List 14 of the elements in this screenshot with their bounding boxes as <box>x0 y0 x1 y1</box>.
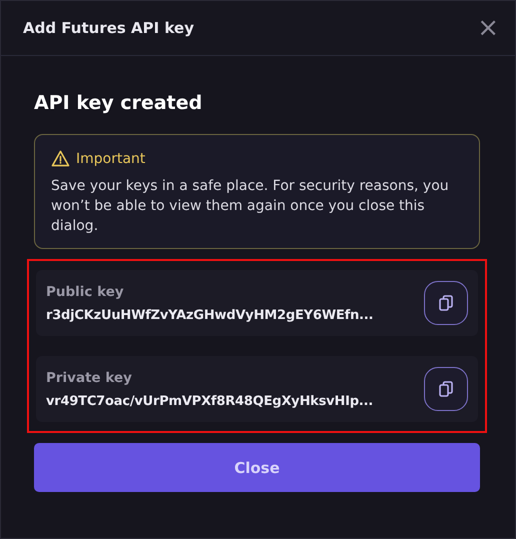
copy-button[interactable] <box>424 367 468 411</box>
notice-title: Important <box>76 150 146 166</box>
key-value: vr49TC7oac/vUrPmVPXf8R48QEgXyHksvHIp... <box>46 394 374 408</box>
warning-icon <box>51 150 70 167</box>
key-label: Public key <box>46 284 125 300</box>
notice-text: Save your keys in a safe place. For security reasons, you won’t be able to view them again once you close this dialog. <box>51 177 450 236</box>
key-value: r3djCKzUuHWfZvYAzGHwdVyHM2gEY6WEfn... <box>46 308 374 322</box>
heading: API key created <box>34 92 204 114</box>
copy-icon <box>436 379 456 399</box>
key-label: Private key <box>46 370 133 386</box>
dialog-title: Add Futures API key <box>23 19 194 37</box>
copy-button[interactable] <box>424 281 468 325</box>
copy-icon <box>436 293 456 313</box>
close-button[interactable]: Close <box>34 443 480 492</box>
